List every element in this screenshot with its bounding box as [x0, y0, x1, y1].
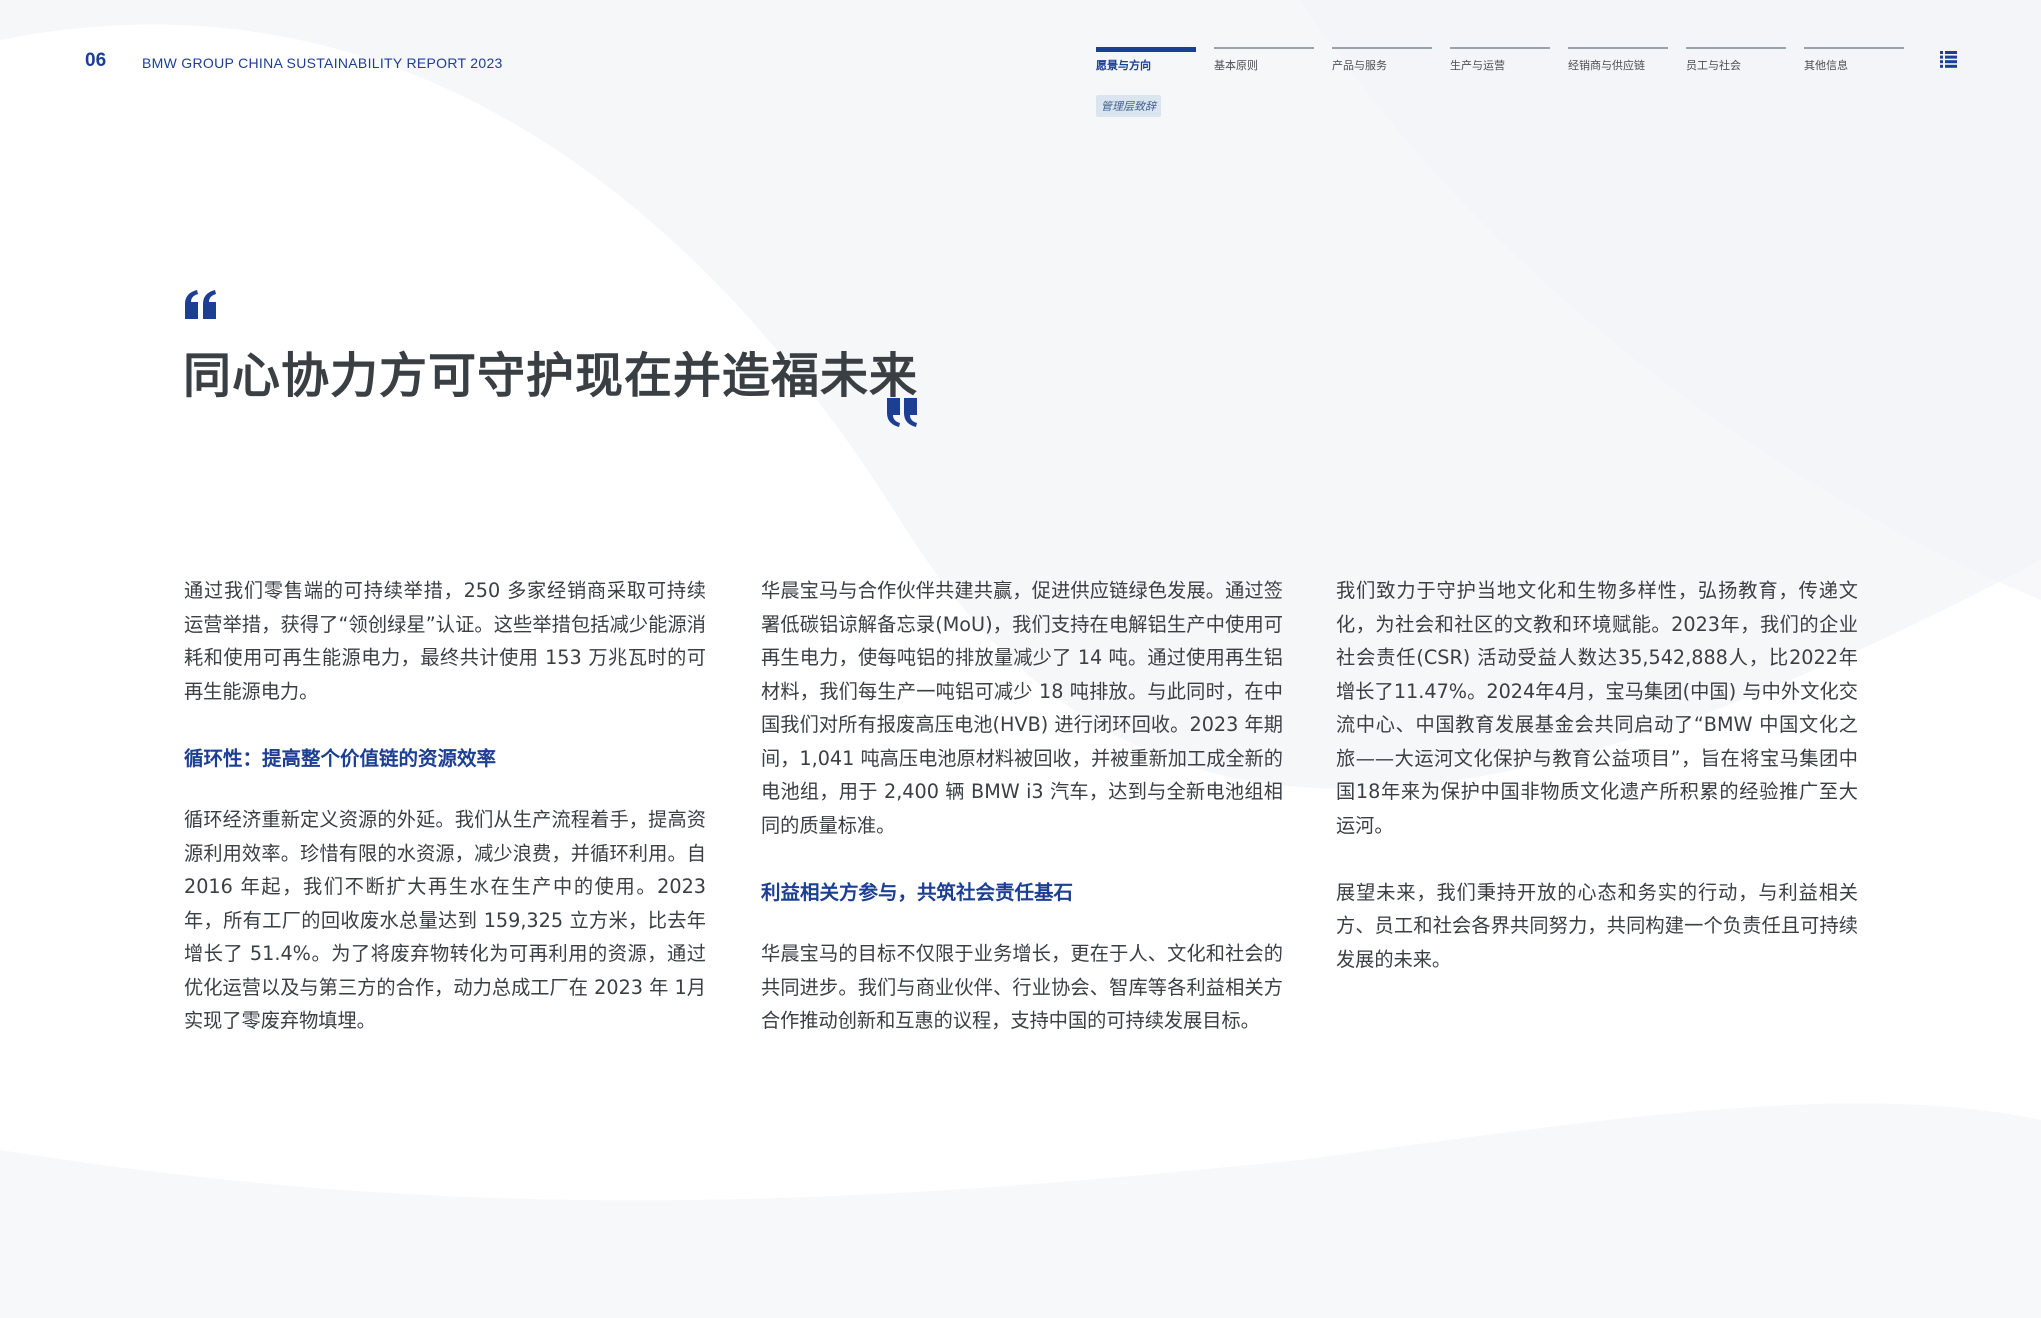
- tab-products-services[interactable]: 产品与服务: [1332, 47, 1432, 73]
- col2-paragraph-supply-chain: 华晨宝马与合作伙伴共建共赢，促进供应链绿色发展。通过签署低碳铝谅解备忘录(MoU…: [761, 579, 1283, 837]
- list-icon[interactable]: [1940, 51, 1957, 68]
- page-headline: 同心协力方可守护现在并造福未来: [183, 348, 919, 404]
- col1-paragraph-retail: 通过我们零售端的可持续举措，250 多家经销商采取可持续运营举措，获得了“领创绿…: [184, 579, 706, 703]
- tab-production-operations[interactable]: 生产与运营: [1450, 47, 1550, 73]
- tab-employees-society[interactable]: 员工与社会: [1686, 47, 1786, 73]
- col1-heading-circularity: 循环性：提高整个价值链的资源效率: [184, 746, 497, 770]
- col3-paragraph-future: 展望未来，我们秉持开放的心态和务实的行动，与利益相关方、员工和社会各界共同努力，…: [1336, 880, 1858, 971]
- tab-other-information[interactable]: 其他信息: [1804, 47, 1904, 73]
- text-column-1: 通过我们零售端的可持续举措，250 多家经销商采取可持续运营举措，获得了“领创绿…: [184, 574, 706, 1038]
- open-quote-icon: [185, 290, 216, 319]
- report-title: BMW GROUP CHINA SUSTAINABILITY REPORT 20…: [142, 55, 503, 71]
- page-number: 06: [85, 50, 107, 71]
- text-column-2: 华晨宝马与合作伙伴共建共赢，促进供应链绿色发展。通过签署低碳铝谅解备忘录(MoU…: [761, 574, 1283, 1038]
- tab-dealers-supply-chain[interactable]: 经销商与供应链: [1568, 47, 1668, 73]
- col2-paragraph-goals: 华晨宝马的目标不仅限于业务增长，更在于人、文化和社会的共同进步。我们与商业伙伴、…: [761, 942, 1283, 1032]
- text-column-3: 我们致力于守护当地文化和生物多样性，弘扬教育，传递文化，为社会和社区的文教和环境…: [1336, 574, 1858, 976]
- tab-basic-principles[interactable]: 基本原则: [1214, 47, 1314, 73]
- section-nav: 愿景与方向 基本原则 产品与服务 生产与运营 经销商与供应链 员工与社会 其他信…: [1096, 47, 1904, 73]
- tab-vision-direction[interactable]: 愿景与方向: [1096, 47, 1196, 73]
- sub-tag-management-message[interactable]: 管理层致辞: [1096, 95, 1161, 117]
- col3-paragraph-culture: 我们致力于守护当地文化和生物多样性，弘扬教育，传递文化，为社会和社区的文教和环境…: [1336, 579, 1858, 837]
- col1-paragraph-circular-economy: 循环经济重新定义资源的外延。我们从生产流程着手，提高资源利用效率。珍惜有限的水资…: [184, 808, 706, 1032]
- col2-heading-stakeholders: 利益相关方参与，共筑社会责任基石: [761, 880, 1074, 904]
- close-quote-icon: [887, 398, 917, 427]
